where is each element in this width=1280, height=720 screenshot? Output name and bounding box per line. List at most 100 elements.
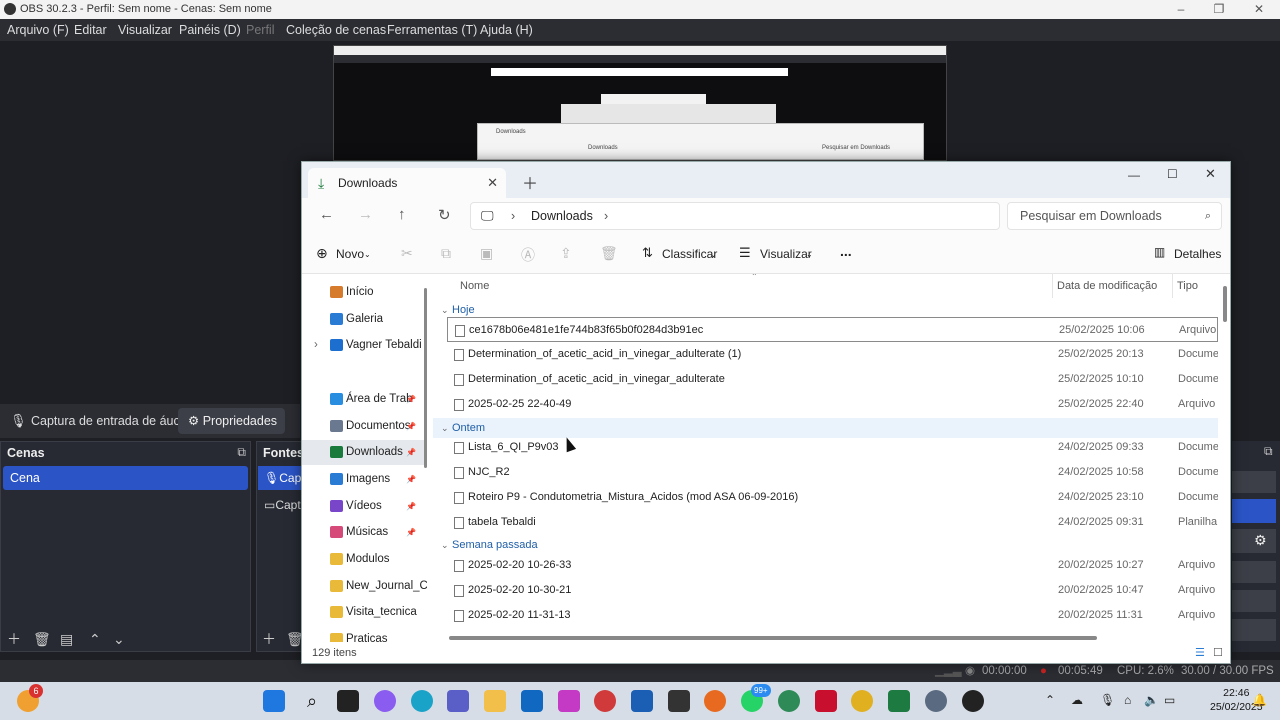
nav-item[interactable]: Início (302, 280, 427, 305)
firefox-icon[interactable] (704, 690, 726, 712)
horizontal-scrollbar[interactable] (449, 636, 1097, 640)
outlook-icon[interactable] (521, 690, 543, 712)
group-header[interactable]: ⌄ Semana passada (433, 535, 633, 555)
whatsapp-icon[interactable]: 99+ (741, 684, 771, 712)
nav-item[interactable]: Galeria (302, 307, 427, 332)
details-view-icon[interactable]: ☰ (1195, 642, 1205, 664)
file-row[interactable]: tabela Tebaldi 24/02/2025 09:31 Planilha d (447, 510, 1218, 535)
notifications-icon[interactable]: 🔔 (1252, 693, 1267, 707)
nav-item[interactable]: Documentos 📌 (302, 414, 427, 439)
edge-icon[interactable] (411, 690, 433, 712)
breadcrumb[interactable]: Downloads (531, 203, 593, 229)
close-icon[interactable]: ✕ (1205, 166, 1216, 182)
control-button[interactable] (1232, 499, 1276, 523)
settings-icon[interactable] (925, 690, 947, 712)
nav-item[interactable]: Visita_tecnica (302, 600, 427, 625)
nav-item[interactable]: Modulos (302, 547, 427, 572)
task-view-icon[interactable] (337, 690, 359, 712)
obs-icon[interactable] (962, 690, 984, 712)
app-icon[interactable] (558, 690, 580, 712)
column-name[interactable]: Nome (460, 280, 489, 292)
close-tab-icon[interactable]: ✕ (487, 168, 498, 198)
network-icon[interactable]: ⌂ (1124, 693, 1131, 707)
copy-icon[interactable]: ⧉ (441, 245, 451, 262)
app-icon[interactable] (778, 690, 800, 712)
minimize-icon[interactable]: — (1128, 168, 1140, 182)
battery-icon[interactable]: ▭ (1164, 693, 1175, 707)
chrome-icon[interactable] (851, 690, 873, 712)
menu-perfil[interactable]: Perfil (246, 19, 274, 41)
file-row[interactable]: Roteiro P9 - Condutometria_Mistura_Acido… (447, 485, 1218, 510)
new-tab-icon[interactable]: ＋ (522, 170, 538, 194)
add-source-icon[interactable]: ＋ (262, 631, 276, 647)
amazon-icon[interactable] (668, 690, 690, 712)
microphone-icon[interactable]: 🎙 (1100, 693, 1115, 707)
minimize-icon[interactable]: – (1162, 0, 1200, 19)
cut-icon[interactable]: ✂ (401, 245, 413, 262)
details-button[interactable]: Detalhes (1174, 247, 1221, 261)
tab-downloads[interactable]: ⤓ Downloads ✕ (308, 168, 506, 198)
menu-editar[interactable]: Editar (74, 19, 107, 41)
up-icon[interactable]: ↑ (398, 206, 406, 223)
maximize-icon[interactable]: ❐ (1200, 0, 1238, 19)
volume-icon[interactable]: 🔈 (1144, 693, 1159, 707)
app-icon[interactable] (594, 690, 616, 712)
undock-icon[interactable]: ⧉ (237, 445, 246, 460)
delete-icon[interactable]: 🗑 (600, 245, 618, 262)
file-row[interactable]: Determination_of_acetic_acid_in_vinegar_… (447, 342, 1218, 367)
search-icon[interactable]: ⌕ (301, 690, 323, 712)
back-icon[interactable]: ← (319, 206, 334, 223)
paste-icon[interactable]: ▣ (480, 245, 493, 262)
column-date[interactable]: Data de modificação (1057, 280, 1157, 292)
share-icon[interactable]: ⇪ (560, 245, 572, 262)
show-hidden-icons[interactable]: ⌃ (1045, 693, 1055, 707)
nav-item[interactable]: › Vagner Tebaldi - (302, 333, 427, 358)
tiles-view-icon[interactable]: ☐ (1213, 642, 1223, 664)
view-button[interactable]: Visualizar (760, 247, 812, 261)
rename-icon[interactable]: Ⓐ (521, 245, 535, 265)
move-up-icon[interactable]: ⌃ (89, 631, 101, 647)
scene-filters-icon[interactable]: ▤ (60, 631, 73, 647)
nav-item[interactable]: Vídeos 📌 (302, 494, 427, 519)
column-divider[interactable] (1172, 274, 1173, 298)
nav-item[interactable]: Imagens 📌 (302, 467, 427, 492)
address-bar[interactable]: 🖵 › Downloads › (470, 202, 1000, 230)
nav-item[interactable]: Downloads 📌 (302, 440, 427, 465)
new-button[interactable]: Novo (336, 247, 364, 261)
menu-ajuda[interactable]: Ajuda (H) (480, 19, 533, 41)
menu-ferramentas[interactable]: Ferramentas (T) (387, 19, 477, 41)
column-divider[interactable] (1052, 274, 1053, 298)
file-row[interactable]: ce1678b06e481e1fe744b83f65b0f0284d3b91ec… (447, 317, 1218, 342)
weather-icon[interactable]: 6 (17, 684, 43, 712)
column-type[interactable]: Tipo (1177, 280, 1198, 292)
source-item[interactable]: 🎙Capt (258, 466, 302, 490)
control-button[interactable] (1232, 561, 1276, 583)
file-list-scrollbar[interactable] (1223, 286, 1227, 322)
start-icon[interactable] (263, 690, 285, 712)
undock-icon[interactable]: ⧉ (1264, 444, 1273, 459)
file-row[interactable]: 2025-02-20 10-30-21 20/02/2025 10:47 Arqui… (447, 578, 1218, 603)
scene-item[interactable]: Cena (3, 466, 248, 490)
file-row[interactable]: NJC_R2 24/02/2025 10:58 Documen (447, 460, 1218, 485)
source-item[interactable]: ▭Capt (258, 494, 302, 516)
copilot-icon[interactable] (374, 690, 396, 712)
menu-arquivo[interactable]: Arquivo (F) (7, 19, 69, 41)
breadcrumb-chevron-icon[interactable]: › (604, 203, 608, 229)
close-icon[interactable]: ✕ (1240, 0, 1278, 19)
control-button[interactable] (1232, 590, 1276, 612)
navigation-scrollbar[interactable] (424, 288, 427, 468)
remove-scene-icon[interactable]: 🗑 (33, 631, 51, 647)
file-explorer-icon[interactable] (484, 690, 506, 712)
forward-icon[interactable]: → (358, 206, 373, 223)
cloud-icon[interactable]: ☁ (1071, 693, 1083, 707)
menu-visualizar[interactable]: Visualizar (118, 19, 172, 41)
control-button[interactable] (1232, 471, 1276, 493)
nav-item[interactable]: Praticas (302, 627, 427, 642)
refresh-icon[interactable]: ↻ (438, 206, 451, 224)
nav-item[interactable]: New_Journal_Ch (302, 574, 427, 599)
menu-colecao-de-cenas[interactable]: Coleção de cenas (286, 19, 386, 41)
move-down-icon[interactable]: ⌄ (113, 631, 125, 647)
nav-item[interactable]: Área de Trab 📌 (302, 387, 427, 412)
teams-icon[interactable] (447, 690, 469, 712)
expand-chevron-icon[interactable]: › (314, 333, 318, 358)
